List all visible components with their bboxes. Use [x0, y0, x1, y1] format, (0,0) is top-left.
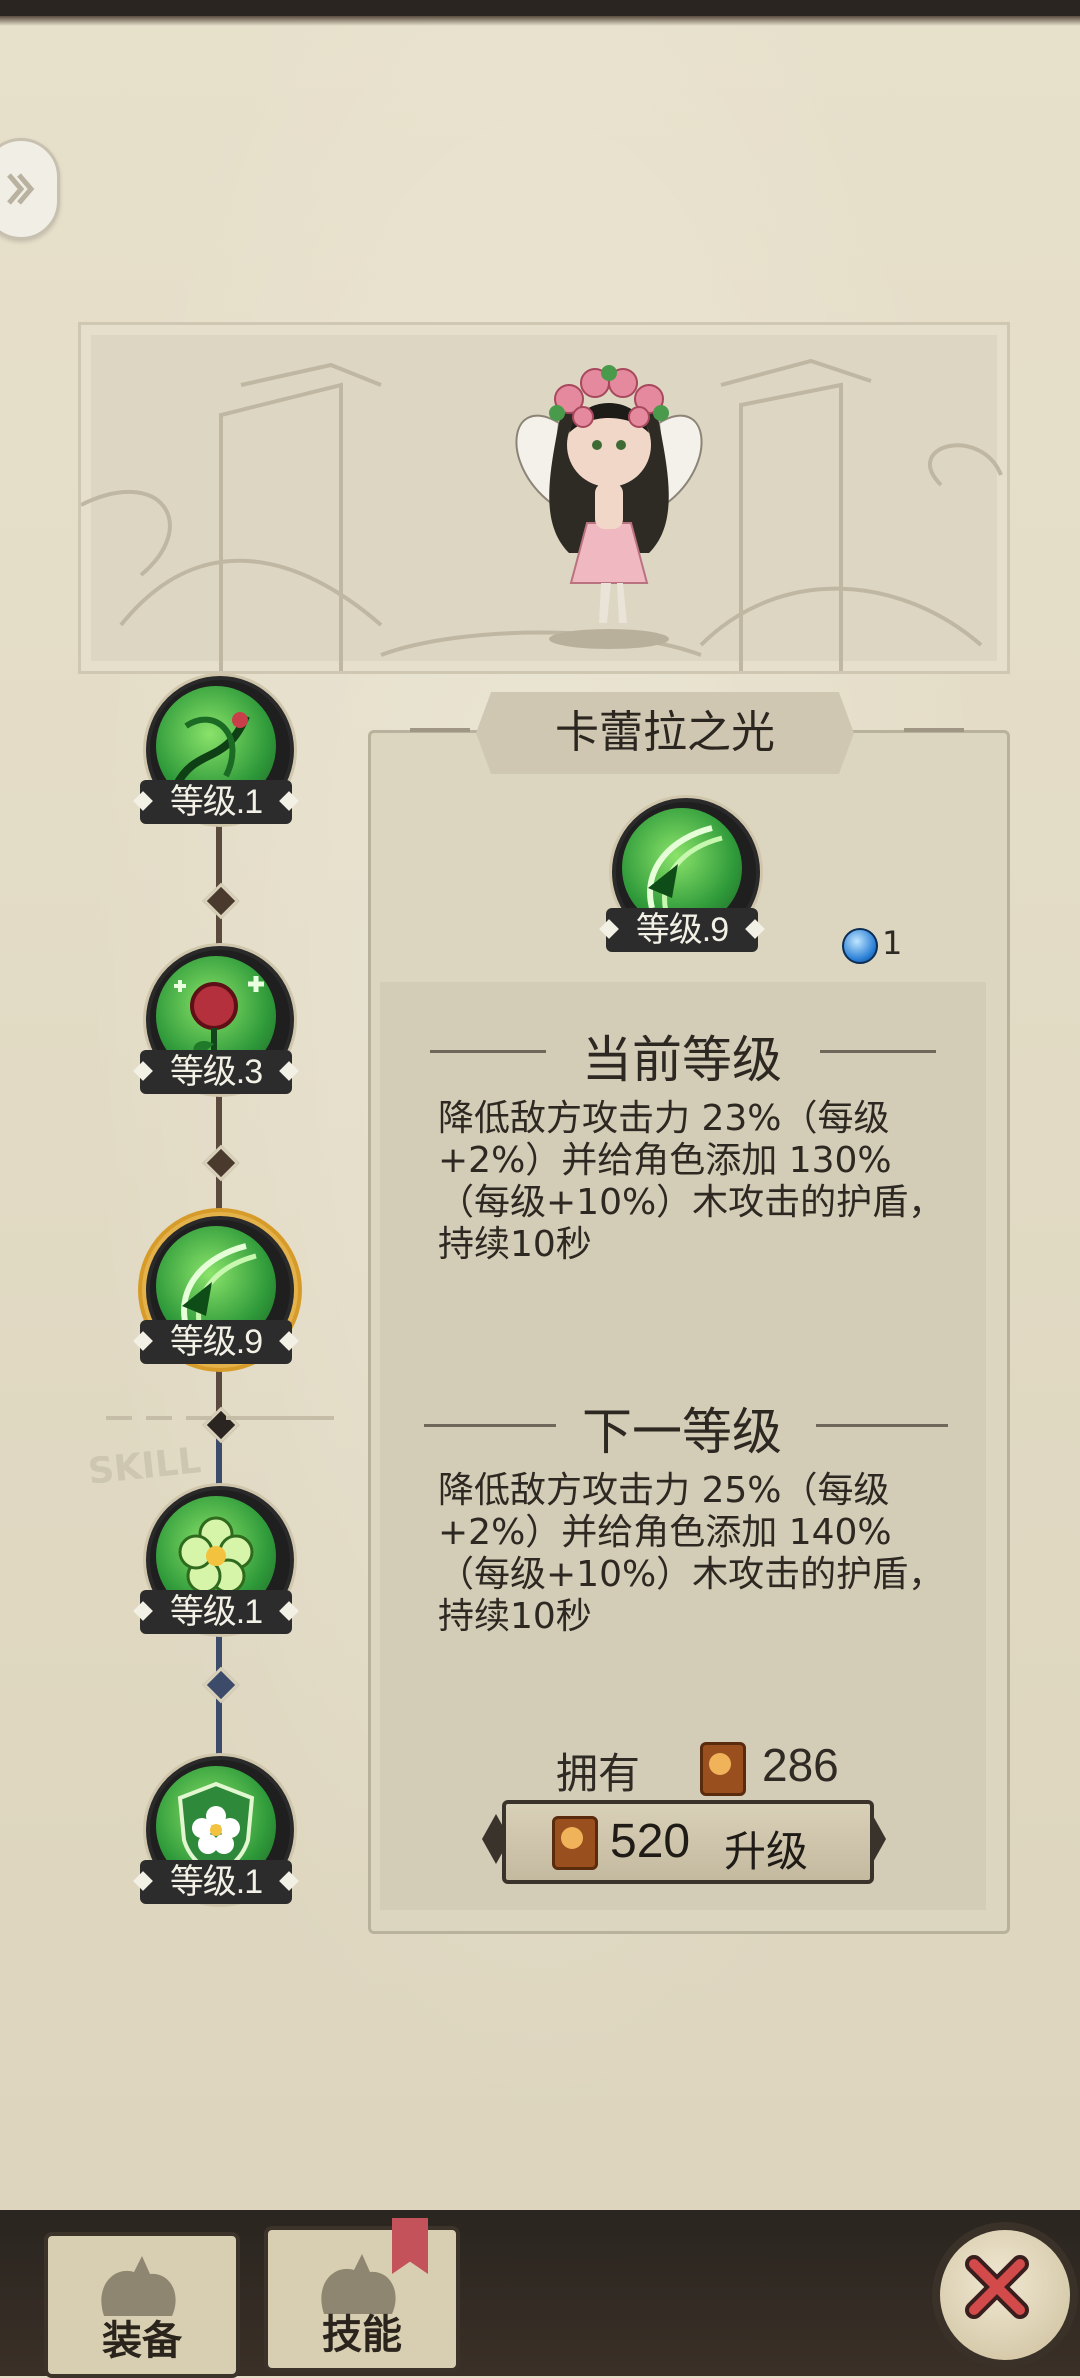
close-button[interactable] — [932, 2222, 1078, 2368]
current-level-header: 当前等级 — [582, 1031, 782, 1089]
skill-book-icon — [552, 1816, 598, 1870]
header-rule — [816, 1424, 948, 1427]
skill-level-tag: 等级.1 — [140, 1590, 292, 1634]
selected-skill-icon: 等级.9 — [606, 798, 762, 952]
tab-label: 技能 — [322, 2312, 402, 2358]
skill-level-tag: 等级.1 — [140, 780, 292, 824]
mana-cost: 1 — [882, 924, 903, 962]
skill-node-2[interactable]: 等级.3 — [140, 946, 296, 1096]
upgrade-button[interactable]: 520 升级 — [502, 1800, 874, 1884]
skill-node-4[interactable]: 等级.1 — [140, 1486, 296, 1636]
skill-level-tag: 等级.3 — [140, 1050, 292, 1094]
mana-orb-icon — [842, 928, 878, 964]
skill-level-tag: 等级.1 — [140, 1860, 292, 1904]
banner-ornament — [904, 728, 964, 732]
current-level-description: 降低敌方攻击力 23%（每级+2%）并给角色添加 130%（每级+10%）木攻击… — [438, 1098, 945, 1265]
skill-level-tag: 等级.9 — [606, 908, 758, 952]
header-rule — [820, 1050, 936, 1053]
header-rule — [424, 1424, 556, 1427]
tab-skills[interactable]: 技能 — [264, 2226, 460, 2372]
tab-label: 装备 — [102, 2318, 182, 2364]
tab-equipment[interactable]: 装备 — [44, 2232, 240, 2378]
skill-divider — [244, 1416, 334, 1420]
skill-level-tag: 等级.9 — [140, 1320, 292, 1364]
upgrade-cost: 520 — [610, 1815, 691, 1868]
flower-fairy-character-icon — [515, 365, 703, 649]
back-button[interactable] — [0, 138, 60, 240]
skill-node-5[interactable]: 等级.1 — [140, 1756, 296, 1906]
close-icon — [965, 2255, 1029, 2319]
owned-count: 286 — [762, 1739, 839, 1791]
character-banner — [78, 322, 1010, 674]
next-level-description: 降低敌方攻击力 25%（每级+2%）并给角色添加 140%（每级+10%）木攻击… — [438, 1470, 945, 1637]
top-frame — [0, 0, 1080, 26]
upgrade-label: 升级 — [724, 1827, 809, 1876]
skill-name: 卡蕾拉之光 — [555, 707, 775, 758]
skill-book-icon — [700, 1742, 746, 1796]
skill-node-3[interactable]: 等级.9 — [140, 1216, 296, 1366]
next-level-header: 下一等级 — [582, 1403, 782, 1461]
double-chevron-icon — [7, 173, 35, 205]
skill-node-1[interactable]: 等级.1 — [140, 676, 296, 826]
banner-ornament — [410, 728, 470, 732]
owned-label: 拥有 — [556, 1749, 641, 1798]
header-rule — [430, 1050, 546, 1053]
